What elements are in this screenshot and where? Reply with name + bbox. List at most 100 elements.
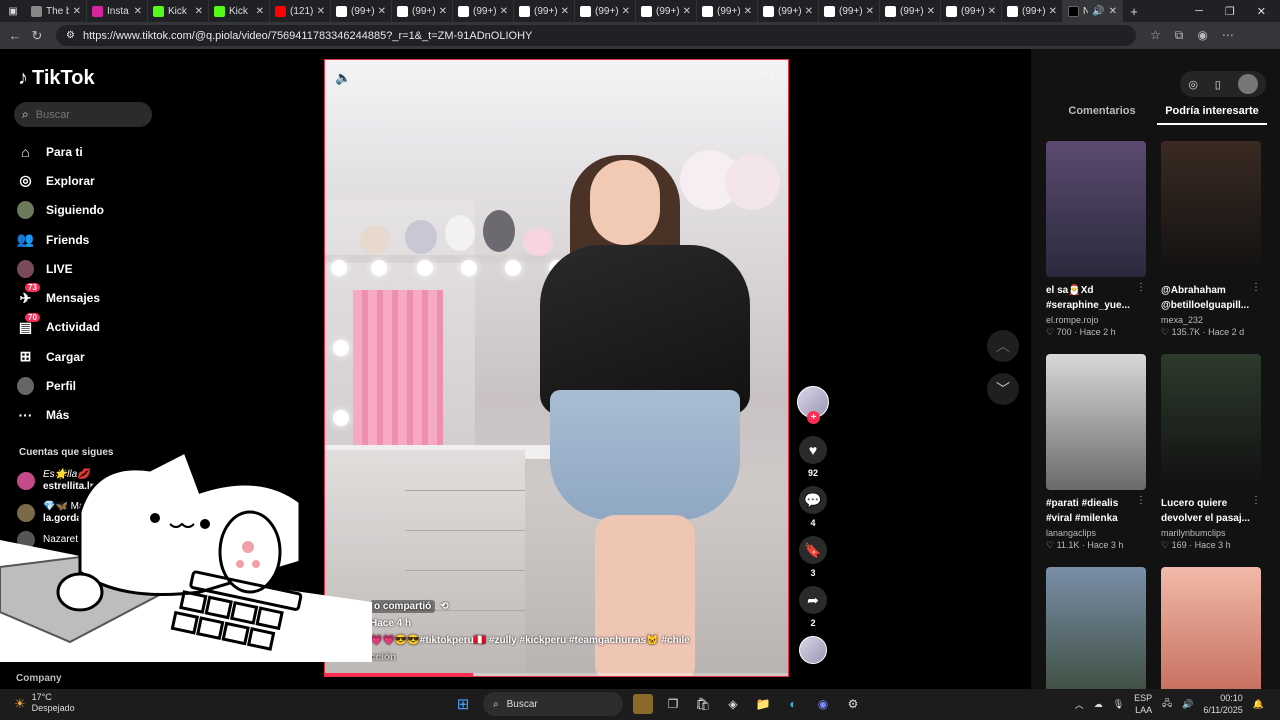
volume-icon[interactable]: 🔊 bbox=[1182, 699, 1193, 710]
windows-start-icon[interactable]: ⊞ bbox=[453, 694, 473, 714]
browser-tab[interactable]: (99+) ✕ bbox=[514, 0, 575, 22]
close-icon[interactable]: ✕ bbox=[500, 6, 508, 17]
sidebar-item-perfil[interactable]: Perfil bbox=[17, 371, 187, 400]
video-thumbnail[interactable] bbox=[1161, 354, 1261, 490]
card-username[interactable]: lanangaclips bbox=[1046, 528, 1148, 538]
browser-tab[interactable]: Insta ✕ bbox=[87, 0, 148, 22]
close-icon[interactable]: ✕ bbox=[1109, 6, 1117, 17]
clock[interactable]: 00:10 6/11/2025 bbox=[1203, 692, 1242, 716]
tab-comments[interactable]: Comentarios bbox=[1047, 105, 1157, 125]
extensions-icon[interactable]: ⧉ bbox=[1175, 28, 1184, 43]
suggested-video-card[interactable]: #parati #diealis #viral #milenka lanangacl… bbox=[1046, 354, 1148, 551]
save-button[interactable]: 🔖 3 bbox=[795, 536, 831, 578]
file-explorer-icon[interactable]: 📁 bbox=[753, 694, 773, 714]
sidebar-item-actividad[interactable]: ▤ Actividad 70 bbox=[17, 312, 187, 342]
video-player[interactable]: 🔈 ··· o compartió ⟲ Hace 4 h 💗💗😎😎#tiktokp… bbox=[324, 59, 789, 677]
taskbar-search[interactable]: ⌕ Buscar bbox=[483, 692, 623, 716]
cloud-icon[interactable]: ☁ bbox=[1094, 699, 1103, 710]
browser-tab[interactable]: (121) ✕ bbox=[270, 0, 331, 22]
card-more-icon[interactable]: ⋮ bbox=[1136, 495, 1146, 506]
app-icon[interactable]: ⚙ bbox=[843, 694, 863, 714]
weather-widget[interactable]: ☀ 17°C Despejado bbox=[14, 692, 75, 714]
video-thumbnail[interactable] bbox=[1046, 354, 1146, 490]
tab-suggestions[interactable]: Podría interesarte bbox=[1157, 105, 1267, 125]
speaker-icon[interactable]: 🔊 bbox=[1092, 6, 1104, 17]
browser-tab[interactable]: (99+) ✕ bbox=[697, 0, 758, 22]
suggested-video-card[interactable]: @Abrahaham @betilloelguapill... mexa_232 ♡ … bbox=[1161, 141, 1263, 338]
card-username[interactable]: mexa_232 bbox=[1161, 315, 1263, 325]
card-more-icon[interactable]: ⋮ bbox=[1251, 495, 1261, 506]
close-icon[interactable]: ✕ bbox=[73, 6, 81, 17]
card-more-icon[interactable]: ⋮ bbox=[1251, 282, 1261, 293]
suggested-video-card[interactable] bbox=[1161, 567, 1263, 703]
close-icon[interactable]: ✕ bbox=[866, 6, 874, 17]
close-icon[interactable]: ✕ bbox=[744, 6, 752, 17]
volume-icon[interactable]: 🔈 bbox=[335, 70, 351, 86]
browser-tab[interactable]: (99+) ✕ bbox=[636, 0, 697, 22]
edge-icon[interactable]: ◐ bbox=[783, 694, 803, 714]
chevron-up-icon[interactable]: ︿ bbox=[1075, 698, 1084, 711]
notifications-icon[interactable]: 🔔 bbox=[1253, 699, 1264, 710]
mic-icon[interactable]: 🎙 bbox=[1113, 699, 1124, 710]
refresh-button[interactable]: ↻ bbox=[26, 28, 48, 44]
discord-icon[interactable]: ◉ bbox=[813, 694, 833, 714]
browser-tab[interactable]: The b ✕ bbox=[26, 0, 87, 22]
site-info-icon[interactable]: ⚙ bbox=[66, 30, 75, 41]
share-button[interactable]: ➦ 2 bbox=[795, 586, 831, 628]
music-disc-button[interactable] bbox=[795, 636, 831, 664]
new-tab-button[interactable]: + bbox=[1123, 4, 1145, 19]
like-button[interactable]: ♥ 92 bbox=[795, 436, 831, 478]
tiktok-logo[interactable]: ♪ TikTok bbox=[18, 67, 95, 90]
device-icon[interactable]: ▯ bbox=[1215, 78, 1221, 91]
coin-icon[interactable]: ◎ bbox=[1188, 78, 1198, 91]
caption-more[interactable]: cción bbox=[370, 649, 690, 666]
card-more-icon[interactable]: ⋮ bbox=[1136, 282, 1146, 293]
avatar[interactable] bbox=[1237, 74, 1258, 94]
close-icon[interactable]: ✕ bbox=[317, 6, 325, 17]
suggested-video-card[interactable]: Lucero quiere devolver el pasaj... marilyn… bbox=[1161, 354, 1263, 551]
tab-actions-icon[interactable]: ▣ bbox=[0, 6, 26, 17]
search-box[interactable]: ⌕ bbox=[14, 102, 152, 127]
close-icon[interactable]: ✕ bbox=[134, 6, 142, 17]
browser-tab[interactable]: (99+) ✕ bbox=[819, 0, 880, 22]
browser-tab[interactable]: (99+) ✕ bbox=[453, 0, 514, 22]
card-username[interactable]: marilynbumclips bbox=[1161, 528, 1263, 538]
previous-video-button[interactable]: ︿ bbox=[987, 330, 1019, 362]
network-icon[interactable]: 🖧 bbox=[1162, 696, 1172, 712]
close-icon[interactable]: ✕ bbox=[561, 6, 569, 17]
browser-tab[interactable]: (99+) ✕ bbox=[941, 0, 1002, 22]
close-icon[interactable]: ✕ bbox=[378, 6, 386, 17]
close-icon[interactable]: ✕ bbox=[927, 6, 935, 17]
close-icon[interactable]: ✕ bbox=[988, 6, 996, 17]
sidebar-item-parati[interactable]: ⌂ Para ti bbox=[17, 137, 187, 166]
follow-plus-icon[interactable]: + bbox=[807, 411, 820, 424]
video-thumbnail[interactable] bbox=[1046, 567, 1146, 703]
tab-active[interactable]: N 🔊 ✕ bbox=[1063, 0, 1123, 22]
browser-tab[interactable]: (99+) ✕ bbox=[331, 0, 392, 22]
close-icon[interactable]: ✕ bbox=[439, 6, 447, 17]
language-indicator[interactable]: ESP LAA bbox=[1134, 692, 1152, 716]
more-options-icon[interactable]: ··· bbox=[757, 66, 776, 84]
widget-icon[interactable] bbox=[633, 694, 653, 714]
copilot-icon[interactable]: ◈ bbox=[723, 694, 743, 714]
sidebar-item-mensajes[interactable]: ✈ Mensajes 73 bbox=[17, 283, 187, 312]
browser-tab[interactable]: (99+) ✕ bbox=[880, 0, 941, 22]
sidebar-item-cargar[interactable]: ⊞ Cargar bbox=[17, 342, 187, 371]
profile-icon[interactable]: ◉ bbox=[1197, 28, 1207, 43]
author-avatar-button[interactable]: + bbox=[795, 386, 831, 424]
suggested-video-card[interactable] bbox=[1046, 567, 1148, 703]
sidebar-item-friends[interactable]: 👥 Friends bbox=[17, 225, 187, 254]
browser-tab[interactable]: Kick ✕ bbox=[148, 0, 209, 22]
video-thumbnail[interactable] bbox=[1161, 141, 1261, 277]
sidebar-item-siguiendo[interactable]: Siguiendo bbox=[17, 196, 187, 225]
sidebar-item-ms[interactable]: ··· Más bbox=[17, 401, 187, 430]
maximize-button[interactable]: ❐ bbox=[1225, 5, 1235, 18]
sidebar-item-explorar[interactable]: ◎ Explorar bbox=[17, 166, 187, 195]
close-icon[interactable]: ✕ bbox=[195, 6, 203, 17]
menu-icon[interactable]: ⋯ bbox=[1222, 28, 1234, 43]
next-video-button[interactable]: ﹀ bbox=[987, 373, 1019, 405]
close-icon[interactable]: ✕ bbox=[256, 6, 264, 17]
favorite-icon[interactable]: ☆ bbox=[1150, 28, 1161, 43]
browser-tab[interactable]: Kick ✕ bbox=[209, 0, 270, 22]
browser-tab[interactable]: (99+) ✕ bbox=[758, 0, 819, 22]
